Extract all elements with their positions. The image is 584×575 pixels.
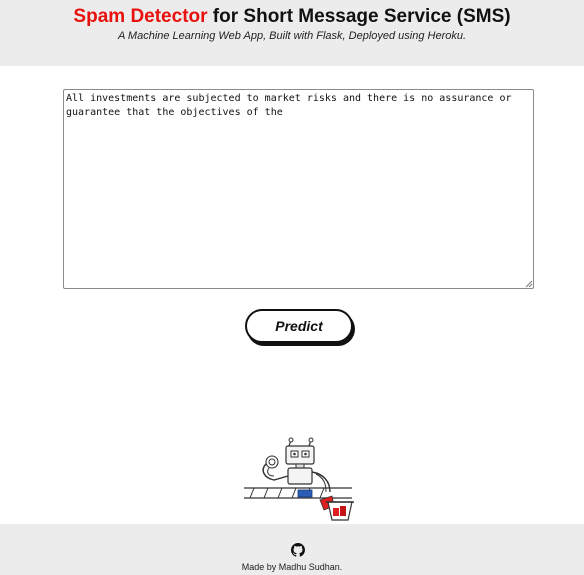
- footer: Made by Madhu Sudhan.: [0, 524, 584, 575]
- predict-button[interactable]: Predict: [245, 309, 353, 343]
- header: Spam Detector for Short Message Service …: [0, 0, 584, 66]
- title-accent: Spam Detector: [73, 6, 208, 27]
- title-rest: for Short Message Service (SMS): [207, 6, 511, 27]
- page-title: Spam Detector for Short Message Service …: [0, 6, 584, 28]
- github-icon[interactable]: [291, 543, 305, 557]
- resize-grip-icon[interactable]: [524, 279, 533, 288]
- footer-credit: Made by Madhu Sudhan.: [241, 562, 343, 572]
- message-input[interactable]: All investments are subjected to market …: [63, 89, 534, 289]
- page: Spam Detector for Short Message Service …: [0, 0, 584, 575]
- page-subtitle: A Machine Learning Web App, Built with F…: [117, 30, 467, 42]
- robot-sorting-icon: [244, 437, 354, 521]
